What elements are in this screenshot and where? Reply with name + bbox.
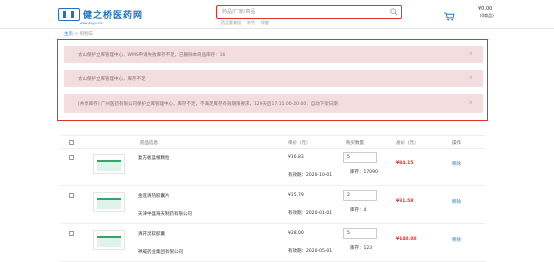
expiry-date: 有效期：2020-10-01 <box>288 173 333 178</box>
header-divider <box>0 28 554 29</box>
alert-panel: 太山保护立库管理中心，WMS申请失败库存不足，已删除本商品库存：16 × 太山保… <box>57 39 488 121</box>
select-all-checkbox[interactable] <box>69 140 74 145</box>
cart-amount[interactable]: ¥0.00 <box>478 6 492 12</box>
quantity-input[interactable]: 5 <box>343 152 377 163</box>
unit-price: ¥28.00 <box>288 231 304 236</box>
row-total: ¥84.15 <box>396 161 414 166</box>
stock-count: 库存：123 <box>350 246 373 251</box>
column-header-price: 单价（元） <box>288 141 311 146</box>
logo-url: www.jzqyy.com <box>80 21 103 25</box>
close-icon[interactable]: × <box>469 100 473 106</box>
remove-link[interactable]: 移除 <box>452 161 461 167</box>
expiry-date: 有效期：2020-05-01 <box>288 249 333 254</box>
product-maker: 神威药业集团有限公司 <box>138 250 183 255</box>
unit-price: ¥16.83 <box>288 155 304 160</box>
column-header-action: 操作 <box>452 141 461 146</box>
close-icon[interactable]: × <box>469 75 473 81</box>
site-logo[interactable]: 健之桥医药网 <box>58 7 143 21</box>
remove-link[interactable]: 移除 <box>452 199 461 205</box>
breadcrumb-current: 购物车 <box>79 32 94 37</box>
alert-text: 太山保护立库管理中心，WMS申请失败库存不足，已删除本商品库存：16 <box>78 53 226 58</box>
alert-message: 太山保护立库管理中心，WMS申请失败库存不足，已删除本商品库存：16 × <box>64 46 483 63</box>
logo-text: 健之桥医药网 <box>83 10 144 21</box>
row-total: ¥140.00 <box>396 237 417 242</box>
cart-row: 复方板蓝根颗粒 ¥16.83 有效期：2020-10-01 5 库存：17090… <box>60 149 485 186</box>
alert-text: 太山保护立库管理中心，库存不足 <box>78 77 146 82</box>
column-header-total: 总价（元） <box>396 141 419 146</box>
breadcrumb-separator: > <box>73 32 80 37</box>
site-header: 健之桥医药网 www.jzqyy.com 药品/厂家/商品 药品套餐组 补钙 保… <box>0 0 554 28</box>
close-icon[interactable]: × <box>469 51 473 57</box>
alert-message: [共享库存] 广州医药有限公司保护立库管理中心，库存不足，不满足库存有效期限要求… <box>64 94 483 113</box>
product-image[interactable] <box>93 192 125 212</box>
hot-words: 药品套餐组 补钙 保健 <box>221 20 269 26</box>
search-icon[interactable] <box>390 8 398 16</box>
product-name[interactable]: 清开灵软胶囊 <box>138 231 165 237</box>
unit-price: ¥15.79 <box>288 193 304 198</box>
alert-text: [共享库存] 广州医药有限公司保护立库管理中心，库存不足，不满足库存有效期限要求… <box>78 102 338 107</box>
column-header-product: 药品信息 <box>140 141 158 146</box>
remove-link[interactable]: 移除 <box>452 237 461 243</box>
product-maker: 天津中盛海天制药有限公司 <box>138 212 192 217</box>
row-total: ¥31.58 <box>396 199 414 204</box>
hot-word-link[interactable]: 保健 <box>261 20 269 26</box>
expiry-date: 有效期：2020-01-01 <box>288 211 333 216</box>
quantity-input[interactable]: 5 <box>343 228 377 239</box>
quantity-input[interactable]: 2 <box>343 190 377 201</box>
cart-count: (0商品) <box>480 13 494 18</box>
logo-icon <box>58 7 80 21</box>
search-box[interactable]: 药品/厂家/商品 <box>216 5 402 19</box>
cart-table-header: 药品信息 单价（元） 购买数量 总价（元） 操作 <box>60 135 485 149</box>
product-name[interactable]: 复方板蓝根颗粒 <box>138 155 170 161</box>
row-checkbox[interactable] <box>69 155 74 160</box>
cart-button[interactable] <box>444 6 455 25</box>
product-image[interactable] <box>93 230 125 250</box>
row-checkbox[interactable] <box>69 193 74 198</box>
hot-word-link[interactable]: 药品套餐组 <box>221 20 241 26</box>
product-image[interactable] <box>93 154 125 174</box>
breadcrumb-home[interactable]: 主页 <box>64 32 73 37</box>
breadcrumb: 主页 > 购物车 <box>64 31 93 37</box>
cart-row: 清开灵软胶囊 神威药业集团有限公司 ¥28.00 有效期：2020-05-01 … <box>60 225 485 262</box>
stock-count: 库存：4 <box>350 208 367 213</box>
cart-icon[interactable] <box>444 12 455 21</box>
row-checkbox[interactable] <box>69 231 74 236</box>
alert-message: 太山保护立库管理中心，库存不足 × <box>64 70 483 87</box>
column-header-quantity: 购买数量 <box>346 141 364 146</box>
stock-count: 库存：17090 <box>350 170 378 175</box>
product-name[interactable]: 金莲清热胶囊片 <box>138 193 170 199</box>
hot-word-link[interactable]: 补钙 <box>247 20 255 26</box>
search-input[interactable]: 药品/厂家/商品 <box>222 8 255 15</box>
cart-row: 金莲清热胶囊片 天津中盛海天制药有限公司 ¥15.79 有效期：2020-01-… <box>60 187 485 224</box>
